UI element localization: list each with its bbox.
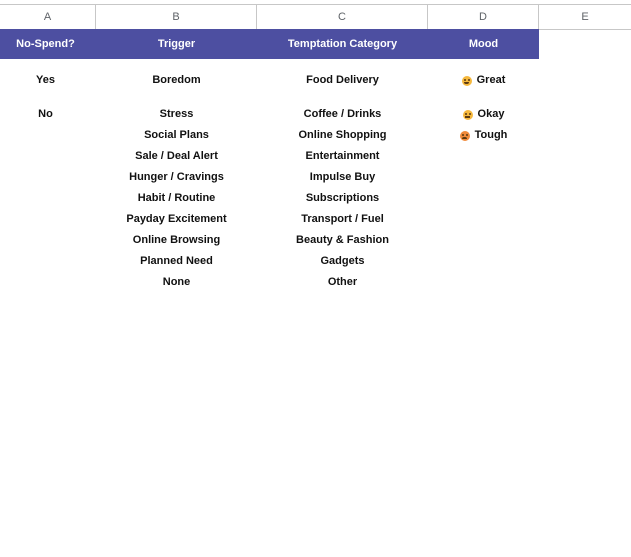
column-header-row: A B C D E <box>0 4 631 30</box>
mood-option-great[interactable]: Great <box>428 70 539 91</box>
trigger-option[interactable]: Habit / Routine <box>96 188 257 209</box>
category-option[interactable]: Food Delivery <box>257 70 428 91</box>
smiling-face-icon <box>461 75 472 86</box>
column-header-d[interactable]: D <box>428 5 539 29</box>
header-mood[interactable]: Mood <box>428 29 539 59</box>
no-spend-option-no[interactable]: No <box>0 104 91 125</box>
category-option[interactable]: Transport / Fuel <box>257 209 428 230</box>
category-option[interactable]: Beauty & Fashion <box>257 230 428 251</box>
category-option[interactable]: Entertainment <box>257 146 428 167</box>
neutral-face-icon <box>462 109 473 120</box>
category-option[interactable]: Subscriptions <box>257 188 428 209</box>
header-trigger[interactable]: Trigger <box>96 29 257 59</box>
column-header-a[interactable]: A <box>0 5 96 29</box>
category-option[interactable]: Impulse Buy <box>257 167 428 188</box>
trigger-option[interactable]: Boredom <box>96 70 257 91</box>
category-option[interactable]: Coffee / Drinks <box>257 104 428 125</box>
mood-label: Tough <box>474 129 508 141</box>
header-temptation-category[interactable]: Temptation Category <box>257 29 428 59</box>
trigger-option[interactable]: Social Plans <box>96 125 257 146</box>
trigger-option[interactable]: Online Browsing <box>96 230 257 251</box>
trigger-option[interactable]: Hunger / Cravings <box>96 167 257 188</box>
category-option[interactable]: Gadgets <box>257 251 428 272</box>
trigger-option[interactable]: Stress <box>96 104 257 125</box>
header-no-spend[interactable]: No-Spend? <box>0 29 91 59</box>
mood-label: Great <box>476 74 506 86</box>
trigger-option[interactable]: Sale / Deal Alert <box>96 146 257 167</box>
spreadsheet-grid: A B C D E No-Spend? Trigger Temptation C… <box>0 4 631 288</box>
trigger-option[interactable]: Planned Need <box>96 251 257 272</box>
category-option[interactable]: Other <box>257 272 428 293</box>
category-option[interactable]: Online Shopping <box>257 125 428 146</box>
no-spend-option-yes[interactable]: Yes <box>0 70 91 91</box>
mood-label: Okay <box>477 108 505 120</box>
column-header-b[interactable]: B <box>96 5 257 29</box>
sad-face-icon <box>459 130 470 141</box>
column-header-c[interactable]: C <box>257 5 428 29</box>
column-header-e[interactable]: E <box>539 5 631 29</box>
trigger-option[interactable]: Payday Excitement <box>96 209 257 230</box>
mood-option-tough[interactable]: Tough <box>428 125 539 146</box>
trigger-option[interactable]: None <box>96 272 257 293</box>
mood-option-okay[interactable]: Okay <box>428 104 539 125</box>
